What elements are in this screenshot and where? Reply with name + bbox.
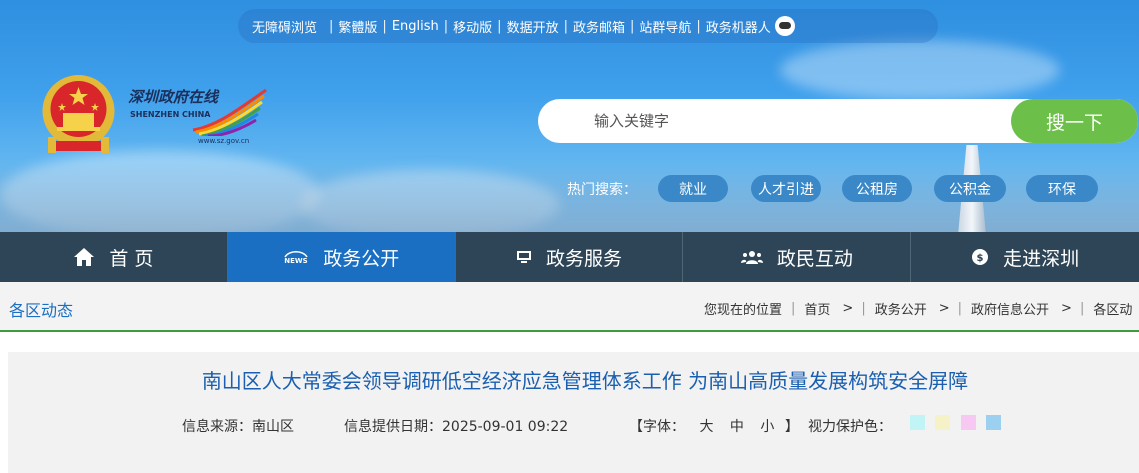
people-icon: [740, 249, 763, 265]
breadcrumb-gov-affairs[interactable]: 政务公开: [875, 299, 927, 318]
logo-url-text: www.sz.gov.cn: [198, 137, 250, 145]
separator: |: [696, 18, 701, 34]
separator: |: [791, 301, 796, 316]
chat-icon: $: [971, 248, 989, 266]
font-small-button[interactable]: 小: [760, 419, 774, 435]
national-emblem-icon: [42, 75, 115, 153]
hot-tag-talent[interactable]: 人才引进: [751, 175, 821, 202]
search-input[interactable]: [594, 99, 994, 143]
nav-about-shenzhen[interactable]: $ 走进深圳: [911, 232, 1139, 282]
hot-tag-jobs[interactable]: 就业: [658, 175, 728, 202]
robot-icon[interactable]: [774, 16, 795, 36]
cloud-decoration: [780, 40, 1060, 100]
nav-label: 政务服务: [546, 247, 623, 270]
separator: |: [443, 18, 449, 34]
link-english[interactable]: English: [392, 19, 439, 34]
nav-label: 走进深圳: [1003, 247, 1080, 270]
eye-care-swatch-yellow[interactable]: [935, 415, 950, 430]
nav-label: 政民互动: [776, 247, 853, 270]
link-gov-robot[interactable]: 政务机器人: [706, 17, 771, 36]
hot-search-label: 热门搜索：: [567, 182, 637, 198]
news-icon: NEWS: [283, 249, 309, 265]
article-title: 南山区人大常委会领导调研低空经济应急管理体系工作 为南山高质量发展构筑安全屏障: [201, 369, 969, 393]
top-links-bar: 无障碍浏览 | 繁體版 | English | 移动版 | 数据开放 | 政务邮…: [238, 9, 938, 43]
font-size-close: 】: [784, 419, 799, 435]
link-traditional[interactable]: 繁體版: [338, 17, 377, 36]
nav-label: 政务公开: [323, 247, 400, 270]
breadcrumb-row: 各区动态 您现在的位置 | 首页 > | 政务公开 > | 政府信息公开 > |…: [0, 282, 1139, 332]
font-size-controls: 【字体： 大 中 小 】: [629, 416, 799, 436]
site-logo[interactable]: 深圳政府在线 SHENZHEN CHINA www.sz.gov.cn: [128, 86, 268, 150]
font-size-label: 【字体：: [629, 419, 685, 435]
chevron-right-icon: >: [938, 301, 950, 316]
separator: |: [382, 18, 387, 34]
separator: |: [497, 18, 502, 34]
nav-interaction[interactable]: 政民互动: [683, 232, 912, 282]
main-nav: 首 页 NEWS 政务公开 政务服务 政民互动 $ 走进深圳: [0, 232, 1139, 282]
chevron-right-icon: >: [1061, 301, 1072, 316]
nav-label: 首 页: [109, 247, 154, 270]
eye-care-swatch-pink[interactable]: [961, 415, 976, 430]
breadcrumb: 您现在的位置 | 首页 > | 政务公开 > | 政府信息公开 > | 各区动: [704, 299, 1132, 318]
article-source: 信息来源：南山区: [182, 419, 294, 435]
nav-gov-services[interactable]: 政务服务: [456, 232, 684, 282]
link-accessibility[interactable]: 无障碍浏览: [252, 17, 317, 36]
hot-tag-public-housing[interactable]: 公租房: [842, 175, 912, 202]
rainbow-wings-icon: [192, 88, 267, 136]
monitor-icon: [516, 249, 532, 265]
separator: |: [1079, 301, 1085, 316]
font-large-button[interactable]: 大: [699, 419, 713, 435]
hot-tag-housing-fund[interactable]: 公积金: [934, 175, 1006, 202]
separator: |: [861, 301, 866, 316]
link-gov-mail[interactable]: 政务邮箱: [573, 17, 625, 36]
font-medium-button[interactable]: 中: [730, 419, 744, 435]
hot-tag-environment[interactable]: 环保: [1026, 175, 1098, 202]
separator: |: [329, 18, 334, 34]
breadcrumb-info-disclosure[interactable]: 政府信息公开: [971, 299, 1049, 318]
separator: |: [957, 301, 963, 316]
breadcrumb-lead: 您现在的位置: [704, 303, 783, 318]
separator: |: [629, 18, 635, 34]
svg-text:$: $: [977, 253, 984, 264]
header-banner: 无障碍浏览 | 繁體版 | English | 移动版 | 数据开放 | 政务邮…: [0, 0, 1139, 232]
link-site-nav[interactable]: 站群导航: [639, 17, 691, 36]
home-icon: [73, 247, 95, 267]
breadcrumb-home[interactable]: 首页: [804, 299, 830, 318]
link-mobile[interactable]: 移动版: [453, 17, 492, 36]
section-title[interactable]: 各区动态: [9, 297, 73, 321]
eye-care-label: 视力保护色：: [808, 419, 892, 435]
separator: |: [563, 18, 568, 34]
eye-care-swatch-cyan[interactable]: [910, 415, 925, 430]
nav-home[interactable]: 首 页: [0, 232, 228, 282]
breadcrumb-district-news[interactable]: 各区动: [1093, 299, 1132, 318]
article-date: 信息提供日期：2025-09-01 09:22: [344, 419, 569, 435]
svg-text:NEWS: NEWS: [285, 257, 308, 265]
chevron-right-icon: >: [842, 301, 854, 316]
search-button[interactable]: 搜一下: [1011, 99, 1138, 143]
nav-gov-affairs[interactable]: NEWS 政务公开: [227, 232, 456, 282]
eye-care-swatch-blue[interactable]: [986, 415, 1001, 430]
link-open-data[interactable]: 数据开放: [507, 17, 559, 36]
